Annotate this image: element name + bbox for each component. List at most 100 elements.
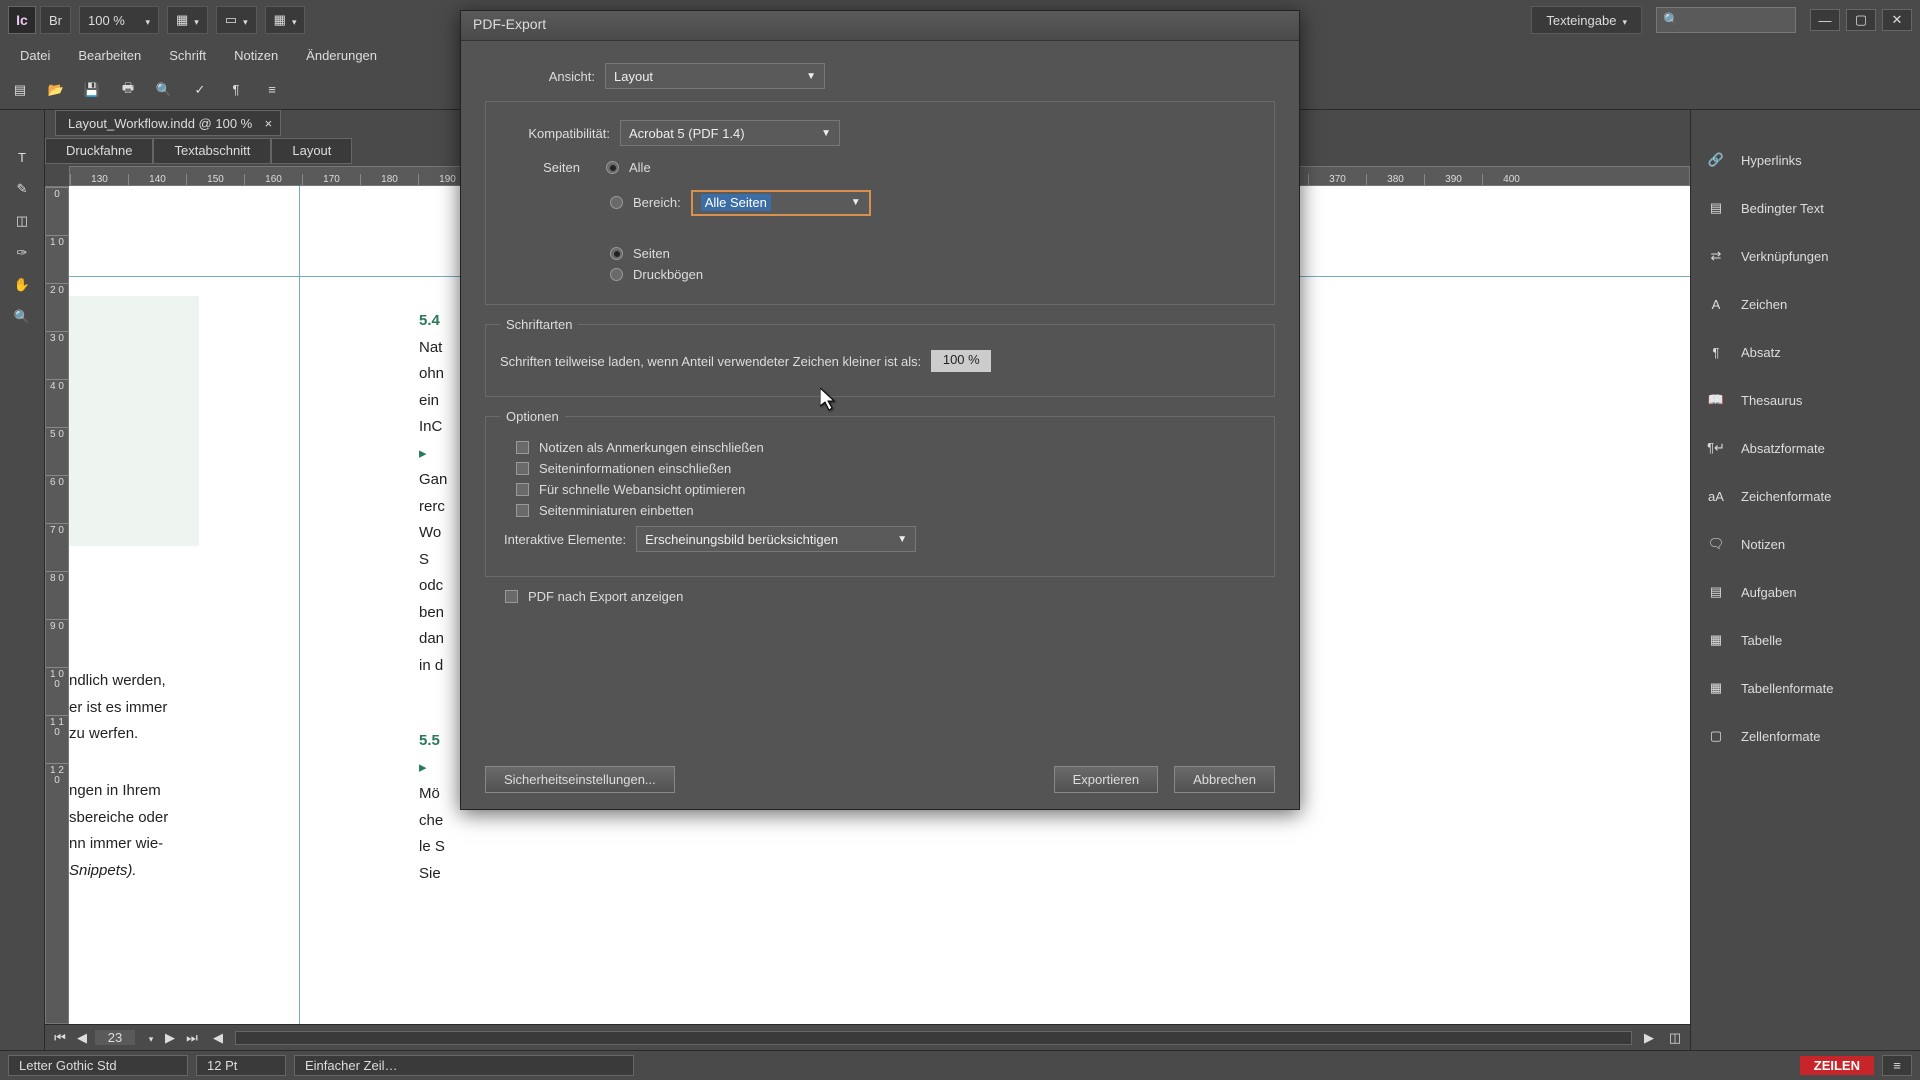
eyedropper-tool-icon[interactable]: ✑ xyxy=(7,238,37,268)
view-tabs: Druckfahne Textabschnitt Layout xyxy=(45,138,352,164)
find-icon[interactable]: 🔍 xyxy=(152,78,176,102)
panel-verknuepfungen[interactable]: ⇄Verknüpfungen xyxy=(1691,232,1920,280)
menu-icon[interactable]: ≡ xyxy=(260,78,284,102)
next-page-icon[interactable]: ▶ xyxy=(161,1030,179,1046)
conditional-text-icon: ▤ xyxy=(1705,199,1727,217)
font-family-dropdown[interactable]: Letter Gothic Std xyxy=(8,1055,188,1076)
screen-mode-button[interactable]: ▭ xyxy=(216,6,257,34)
prev-page-icon[interactable]: ◀ xyxy=(73,1030,91,1046)
horizontal-scrollbar[interactable] xyxy=(235,1031,1632,1045)
overset-indicator[interactable]: ZEILEN xyxy=(1800,1056,1874,1075)
hand-tool-icon[interactable]: ✋ xyxy=(7,270,37,300)
panel-zeichen[interactable]: AZeichen xyxy=(1691,280,1920,328)
pages-range-radio[interactable] xyxy=(610,196,623,209)
view-dropdown[interactable]: Layout▼ xyxy=(605,63,825,89)
panel-absatzformate[interactable]: ¶↵Absatzformate xyxy=(1691,424,1920,472)
scroll-left-icon[interactable]: ◀ xyxy=(209,1030,227,1046)
arrange-button[interactable]: ▦ xyxy=(265,6,306,34)
opt-thumbs-checkbox[interactable] xyxy=(516,504,529,517)
security-button[interactable]: Sicherheitseinstellungen... xyxy=(485,766,675,793)
panel-absatz[interactable]: ¶Absatz xyxy=(1691,328,1920,376)
page-number-field[interactable]: 23 xyxy=(95,1030,135,1045)
print-icon[interactable]: 🖶 xyxy=(116,78,140,102)
spreads-option-radio[interactable] xyxy=(610,268,623,281)
view-label: Ansicht: xyxy=(485,69,595,84)
view-tab-druckfahne[interactable]: Druckfahne xyxy=(45,138,153,164)
menu-bearbeiten[interactable]: Bearbeiten xyxy=(66,44,153,67)
last-page-icon[interactable]: ⏭ xyxy=(183,1030,201,1046)
export-button[interactable]: Exportieren xyxy=(1054,766,1158,793)
panel-tabellenformate[interactable]: ▦Tabellenformate xyxy=(1691,664,1920,712)
panel-notizen[interactable]: 🗨Notizen xyxy=(1691,520,1920,568)
spellcheck-icon[interactable]: ✓ xyxy=(188,78,212,102)
assignments-icon: ▤ xyxy=(1705,583,1727,601)
document-tab[interactable]: Layout_Workflow.indd @ 100 % × xyxy=(55,110,281,136)
pages-option-radio[interactable] xyxy=(610,247,623,260)
notes-icon: 🗨 xyxy=(1705,535,1727,553)
view-tab-textabschnitt[interactable]: Textabschnitt xyxy=(153,138,271,164)
scroll-right-icon[interactable]: ▶ xyxy=(1640,1030,1658,1046)
opt-notes-checkbox[interactable] xyxy=(516,441,529,454)
pages-option-label: Seiten xyxy=(633,246,670,261)
opt-fastweb-checkbox[interactable] xyxy=(516,483,529,496)
opt-notes-label: Notizen als Anmerkungen einschließen xyxy=(539,440,764,455)
type-tool-icon[interactable]: T xyxy=(7,142,37,172)
save-icon[interactable]: 💾 xyxy=(80,78,104,102)
bridge-button[interactable]: Br xyxy=(40,6,71,34)
new-icon[interactable]: ▤ xyxy=(8,78,32,102)
fonts-percent-input[interactable]: 100 % xyxy=(931,350,991,372)
zoom-tool-icon[interactable]: 🔍 xyxy=(7,302,37,332)
open-icon[interactable]: 📂 xyxy=(44,78,68,102)
panel-zellenformate[interactable]: ▢Zellenformate xyxy=(1691,712,1920,760)
panel-aufgaben[interactable]: ▤Aufgaben xyxy=(1691,568,1920,616)
maximize-button[interactable]: ▢ xyxy=(1846,9,1876,31)
interactive-dropdown[interactable]: Erscheinungsbild berücksichtigen▼ xyxy=(636,526,916,552)
compat-dropdown[interactable]: Acrobat 5 (PDF 1.4)▼ xyxy=(620,120,840,146)
panel-thesaurus[interactable]: 📖Thesaurus xyxy=(1691,376,1920,424)
status-menu-icon[interactable]: ≡ xyxy=(1882,1055,1912,1076)
menu-datei[interactable]: Datei xyxy=(8,44,62,67)
range-dropdown[interactable]: Alle Seiten▼ xyxy=(691,190,871,216)
note-tool-icon[interactable]: ✎ xyxy=(7,174,37,204)
position-tool-icon[interactable]: ◫ xyxy=(7,206,37,236)
chevron-down-icon: ▼ xyxy=(897,534,907,545)
view-options-button[interactable]: ▦ xyxy=(167,6,208,34)
pages-all-radio[interactable] xyxy=(606,161,619,174)
view-tab-layout[interactable]: Layout xyxy=(271,138,352,164)
dialog-title: PDF-Export xyxy=(461,11,1299,41)
menu-aenderungen[interactable]: Änderungen xyxy=(294,44,389,67)
panel-hyperlinks[interactable]: 🔗Hyperlinks xyxy=(1691,136,1920,184)
search-field[interactable]: 🔍 xyxy=(1656,7,1796,33)
page-dropdown-icon[interactable] xyxy=(139,1030,157,1045)
pilcrow-icon[interactable]: ¶ xyxy=(224,78,248,102)
font-size-dropdown[interactable]: 12 Pt xyxy=(196,1055,286,1076)
cancel-button[interactable]: Abbrechen xyxy=(1174,766,1275,793)
opt-pageinfo-label: Seiteninformationen einschließen xyxy=(539,461,731,476)
panel-zeichenformate[interactable]: aAZeichenformate xyxy=(1691,472,1920,520)
menu-schrift[interactable]: Schrift xyxy=(157,44,218,67)
opt-pageinfo-checkbox[interactable] xyxy=(516,462,529,475)
menu-notizen[interactable]: Notizen xyxy=(222,44,290,67)
minimize-button[interactable]: — xyxy=(1810,9,1840,31)
view-after-checkbox[interactable] xyxy=(505,590,518,603)
workspace-switcher[interactable]: Texteingabe xyxy=(1531,6,1642,34)
first-page-icon[interactable]: ⏮ xyxy=(51,1030,69,1046)
view-after-label: PDF nach Export anzeigen xyxy=(528,589,683,604)
zoom-dropdown[interactable]: 100 % xyxy=(79,6,159,34)
panel-bedingter-text[interactable]: ▤Bedingter Text xyxy=(1691,184,1920,232)
compat-label: Kompatibilität: xyxy=(500,126,610,141)
close-tab-icon[interactable]: × xyxy=(265,116,273,131)
panel-tabelle[interactable]: ▦Tabelle xyxy=(1691,616,1920,664)
spreads-option-label: Druckbögen xyxy=(633,267,703,282)
search-icon: 🔍 xyxy=(1663,12,1679,28)
fonts-group: Schriftarten Schriften teilweise laden, … xyxy=(485,317,1275,397)
chevron-down-icon: ▼ xyxy=(851,197,861,208)
paragraph-style-dropdown[interactable]: Einfacher Zeil… xyxy=(294,1055,634,1076)
options-legend: Optionen xyxy=(500,409,565,424)
hyperlinks-icon: 🔗 xyxy=(1705,151,1727,169)
paragraph-icon: ¶ xyxy=(1705,343,1727,361)
close-button[interactable]: ✕ xyxy=(1882,9,1912,31)
document-tab-label: Layout_Workflow.indd @ 100 % xyxy=(68,116,252,131)
split-view-icon[interactable]: ◫ xyxy=(1666,1030,1684,1046)
app-logo: Ic xyxy=(8,6,36,34)
